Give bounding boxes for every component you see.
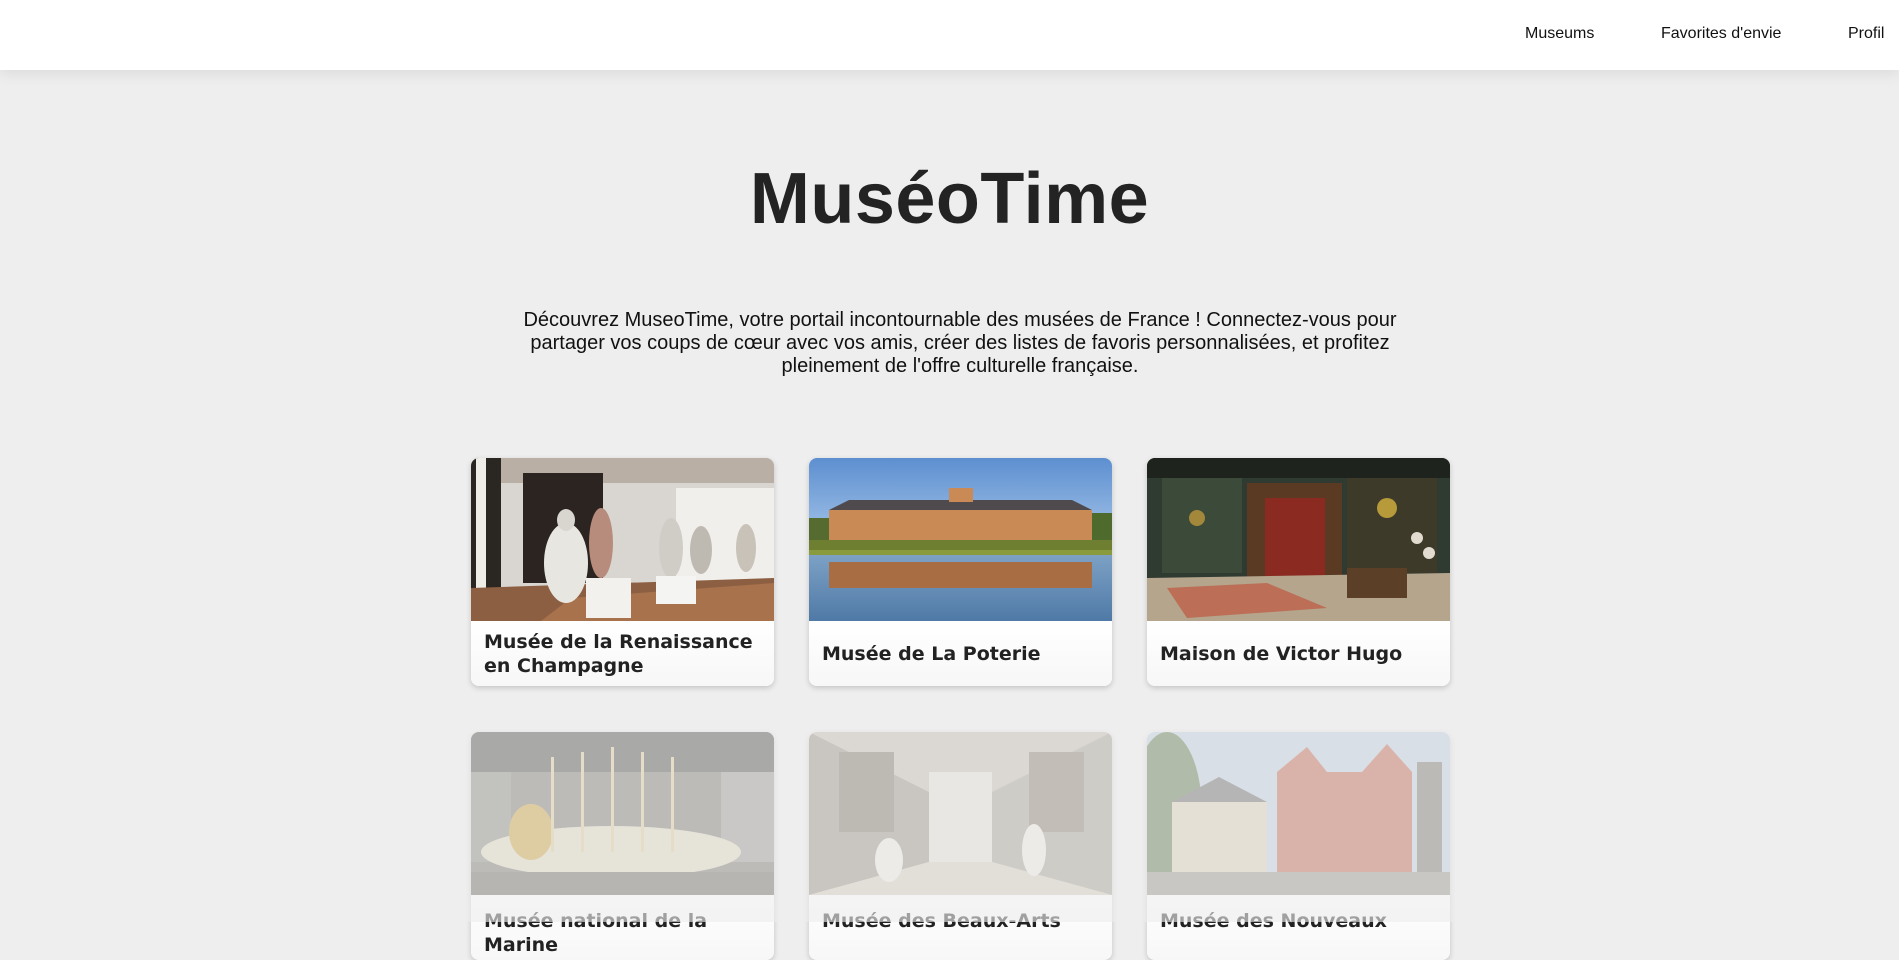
museum-title: Maison de Victor Hugo — [1160, 642, 1403, 665]
museum-photo — [1147, 732, 1450, 895]
museum-title: Musée des Nouveaux — [1160, 910, 1387, 932]
museum-photo — [809, 458, 1112, 621]
museum-photo — [471, 458, 774, 621]
card-caption: Musée de La Poterie — [809, 621, 1112, 686]
nav-link-favorites[interactable]: Favorites d'envie — [1661, 25, 1781, 43]
museum-title: Musée de La Poterie — [822, 642, 1041, 665]
museum-photo — [809, 732, 1112, 895]
museum-card[interactable]: Musée de La Poterie — [809, 458, 1112, 686]
nav-link-museums[interactable]: Museums — [1525, 25, 1594, 43]
museum-card[interactable]: Musée de la Renaissance en Champagne — [471, 458, 774, 686]
museum-photo — [1147, 458, 1450, 621]
museum-card[interactable]: Musée des Beaux-Arts — [809, 732, 1112, 960]
museum-card[interactable]: Musée national de la Marine — [471, 732, 774, 960]
card-caption: Musée des Nouveaux — [1147, 895, 1450, 960]
museum-title: Musée national de la Marine — [484, 910, 708, 956]
nav-link-profil[interactable]: Profil — [1848, 25, 1884, 43]
museum-photo — [471, 732, 774, 895]
page-title: MuséoTime — [749, 159, 1150, 239]
intro-paragraph: Découvrez MuseoTime, votre portail incon… — [523, 309, 1397, 377]
card-caption: Musée de la Renaissance en Champagne — [471, 621, 774, 686]
card-caption: Maison de Victor Hugo — [1147, 621, 1450, 686]
museum-title: Musée des Beaux-Arts — [822, 910, 1061, 932]
museum-card[interactable]: Musée des Nouveaux — [1147, 732, 1450, 960]
top-navigation-bar: Museums Favorites d'envie Profil — [0, 0, 1899, 70]
museum-card[interactable]: Maison de Victor Hugo — [1147, 458, 1450, 686]
museum-title: Musée de la Renaissance en Champagne — [484, 630, 753, 677]
card-caption: Musée des Beaux-Arts — [809, 895, 1112, 960]
card-caption: Musée national de la Marine — [471, 895, 774, 960]
